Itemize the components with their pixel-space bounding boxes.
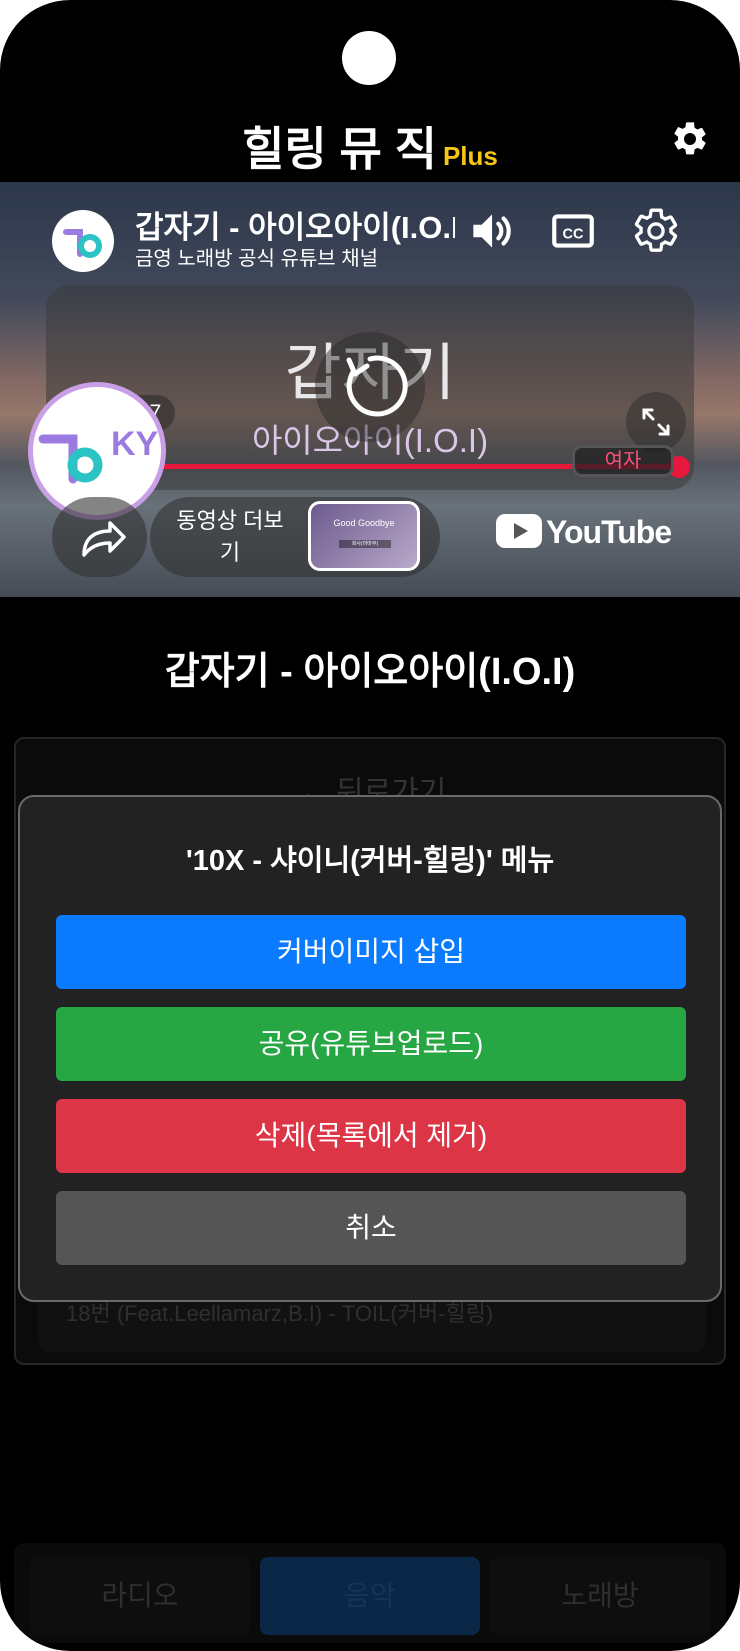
replay-button[interactable]: [315, 332, 425, 442]
bottom-nav: 라디오 음악 노래방: [14, 1543, 726, 1643]
plus-badge: Plus: [442, 141, 498, 171]
cancel-button[interactable]: 취소: [56, 1191, 686, 1265]
tab-music[interactable]: 음악: [260, 1557, 480, 1635]
song-menu-modal: '10X - 샤이니(커버-힐링)' 메뉴 커버이미지 삽입 공유(유튜브업로드…: [18, 795, 722, 1302]
share-button[interactable]: [52, 497, 147, 577]
video-player[interactable]: 갑자기 - 아이오아이(I.O.I) 금영 노래방 공식 유튜브 채널 CC 갑…: [0, 182, 740, 597]
insert-cover-image-button[interactable]: 커버이미지 삽입: [56, 915, 686, 989]
phone-frame: 힐링 뮤 직 Plus 갑자기 - 아이오아이(I.O.I) 금영 노래방 공식 …: [0, 0, 740, 1651]
gear-icon: [674, 122, 706, 155]
video-title[interactable]: 갑자기 - 아이오아이(I.O.I): [135, 202, 455, 247]
more-videos-thumbnail[interactable]: Good Goodbye 화사(마마무): [308, 501, 420, 571]
app-title: 힐링 뮤 직 Plus: [0, 113, 740, 179]
replay-icon: [346, 355, 408, 417]
settings-button[interactable]: [670, 119, 710, 159]
gear-outline-icon: [634, 208, 678, 252]
more-videos-label: 동영상 더보기: [176, 508, 284, 565]
ky-logo-text: KY: [111, 425, 159, 463]
fullscreen-button[interactable]: [626, 392, 686, 452]
share-icon: [82, 521, 126, 557]
app-header: 힐링 뮤 직 Plus: [0, 95, 740, 180]
ky-logo-icon: KY: [38, 425, 159, 484]
delete-from-list-button[interactable]: 삭제(목록에서 제거): [56, 1099, 686, 1173]
song-title: 갑자기 - 아이오아이(I.O.I): [164, 651, 576, 693]
tab-radio[interactable]: 라디오: [30, 1557, 250, 1635]
player-settings-button[interactable]: [631, 206, 681, 256]
modal-title: '10X - 샤이니(커버-힐링)' 메뉴: [185, 845, 555, 877]
tab-karaoke[interactable]: 노래방: [490, 1557, 710, 1635]
voice-tag: 여자: [572, 445, 674, 477]
volume-button[interactable]: [465, 206, 515, 256]
fullscreen-icon: [642, 408, 670, 436]
channel-name[interactable]: 금영 노래방 공식 유튜브 채널: [135, 242, 378, 271]
youtube-label[interactable]: YouTube: [546, 514, 672, 551]
more-videos-button[interactable]: 동영상 더보기 Good Goodbye 화사(마마무): [150, 497, 440, 577]
captions-button[interactable]: CC: [548, 206, 598, 256]
volume-icon: [473, 214, 511, 248]
cc-icon: CC: [552, 214, 594, 248]
thumbnail-subtitle: 화사(마마무): [339, 540, 391, 548]
thumbnail-title: Good Goodbye: [333, 518, 395, 528]
share-upload-button[interactable]: 공유(유튜브업로드): [56, 1007, 686, 1081]
app-title-text: 힐링 뮤 직: [242, 123, 437, 175]
camera-cutout: [342, 31, 396, 85]
channel-logo[interactable]: [52, 210, 114, 272]
channel-logo-icon: [63, 229, 102, 258]
svg-text:CC: CC: [562, 226, 584, 242]
